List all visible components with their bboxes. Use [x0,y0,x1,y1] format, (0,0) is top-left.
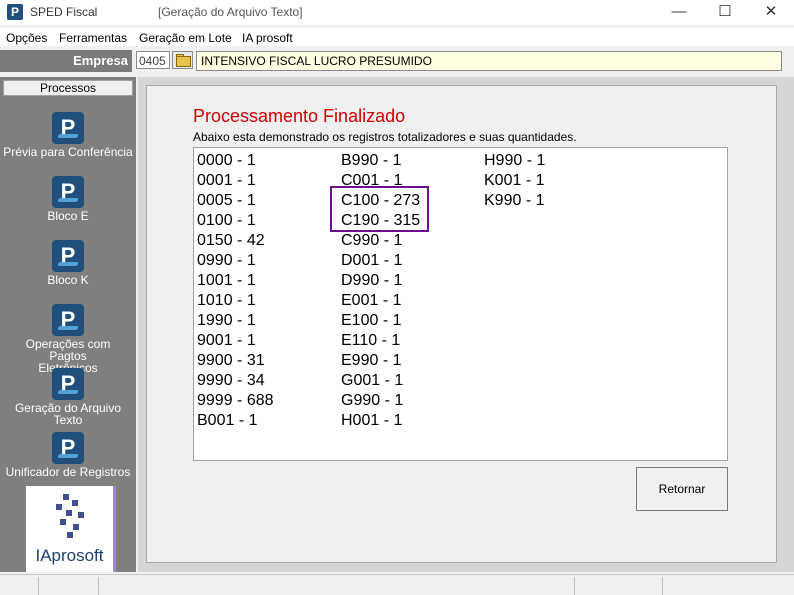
list-item: 0100 - 1 [197,212,256,229]
status-segment [38,577,99,595]
sidebar-item-unificador-registros[interactable]: P Unificador de Registros [0,432,136,478]
list-item: B001 - 1 [197,412,258,429]
close-icon: ✕ [764,3,778,20]
list-item: D001 - 1 [341,252,403,269]
result-panel: Processamento Finalizado Abaixo esta dem… [146,85,777,563]
prosoft-p-icon: P [52,240,84,272]
registros-column-3: H990 - 1 K001 - 1 K990 - 1 [484,151,545,211]
iaprosoft-logo-button[interactable]: IAprosoft [26,486,116,572]
registros-list[interactable]: 0000 - 1 0001 - 1 0005 - 1 0100 - 1 0150… [193,147,728,461]
menu-opcoes[interactable]: Opções [6,31,47,45]
prosoft-p-icon: P [52,304,84,336]
main-area: Processamento Finalizado Abaixo esta dem… [138,77,794,572]
logo-dot [72,500,78,506]
prosoft-p-icon: P [52,176,84,208]
logo-dot [66,510,72,516]
prosoft-p-icon: P [52,432,84,464]
list-item: 0005 - 1 [197,192,256,209]
app-logo-icon: P [7,4,23,20]
maximize-icon: ☐ [718,3,732,20]
folder-open-icon [176,56,191,67]
processing-subtitle: Abaixo esta demonstrado os registros tot… [193,130,577,144]
retornar-button[interactable]: Retornar [636,467,728,511]
maximize-button[interactable]: ☐ [702,0,748,25]
app-title: SPED Fiscal [30,5,98,19]
empresa-bar: Empresa 0405 INTENSIVO FISCAL LUCRO PRES… [0,49,794,73]
sidebar-item-previa-conferencia[interactable]: P Prévia para Conferência [0,112,136,158]
menu-ferramentas[interactable]: Ferramentas [59,31,127,45]
sidebar-item-bloco-k[interactable]: P Bloco K [0,240,136,286]
list-item: G990 - 1 [341,392,404,409]
title-bar: P SPED Fiscal [Geração do Arquivo Texto]… [0,0,794,25]
list-item: 0990 - 1 [197,252,256,269]
processing-title: Processamento Finalizado [193,106,406,126]
prosoft-p-icon: P [52,112,84,144]
prosoft-p-icon: P [52,368,84,400]
empresa-name-field: INTENSIVO FISCAL LUCRO PRESUMIDO [196,51,782,71]
list-item: 1010 - 1 [197,292,256,309]
list-item: C990 - 1 [341,232,403,249]
menu-geracao-em-lote[interactable]: Geração em Lote [139,31,232,45]
sidebar-item-geracao-arquivo-texto[interactable]: P Geração do Arquivo Texto [0,368,136,426]
status-bar [0,574,794,595]
logo-dot [73,524,79,530]
highlight-box [330,186,429,232]
status-segment [574,577,663,595]
list-item: 9999 - 688 [197,392,274,409]
sidebar-item-label: Bloco K [47,273,89,287]
list-item: K990 - 1 [484,192,545,209]
sidebar-item-bloco-e[interactable]: P Bloco E [0,176,136,222]
sidebar-item-label: Prévia para Conferência [3,145,133,159]
sidebar-item-label: Bloco E [47,209,89,223]
list-item: H990 - 1 [484,152,546,169]
empresa-label: Empresa [0,50,132,72]
logo-dot [60,519,66,525]
menu-bar: Opções Ferramentas Geração em Lote IA pr… [0,28,794,46]
list-item: 0150 - 42 [197,232,265,249]
sidebar-item-label: Unificador de Registros [5,465,131,479]
list-item: 0001 - 1 [197,172,256,189]
logo-dot [78,512,84,518]
logo-dot [63,494,69,500]
list-item: D990 - 1 [341,272,403,289]
list-item: E990 - 1 [341,352,402,369]
list-item: 9990 - 34 [197,372,265,389]
list-item: 9001 - 1 [197,332,256,349]
open-empresa-button[interactable] [172,51,193,69]
registros-column-1: 0000 - 1 0001 - 1 0005 - 1 0100 - 1 0150… [197,151,274,431]
list-item: E100 - 1 [341,312,402,329]
sidebar-item-label: Geração do Arquivo Texto [14,401,122,427]
list-item: 9900 - 31 [197,352,265,369]
processos-sidebar: Processos P Prévia para Conferência P Bl… [0,77,136,572]
sidebar-item-pagtos-eletronicos[interactable]: P Operações com Pagtos Eletrônicos [0,304,136,374]
status-segment [662,577,776,595]
logo-dot [67,532,73,538]
iaprosoft-logo-text: IAprosoft [35,546,104,565]
list-item: E110 - 1 [341,332,401,349]
minimize-icon: — [671,3,687,20]
minimize-button[interactable]: — [656,0,702,25]
processos-header: Processos [3,80,133,96]
logo-dot [56,504,62,510]
window-document-title: [Geração do Arquivo Texto] [158,5,303,19]
list-item: 1001 - 1 [197,272,256,289]
list-item: K001 - 1 [484,172,545,189]
list-item: H001 - 1 [341,412,403,429]
list-item: E001 - 1 [341,292,402,309]
list-item: G001 - 1 [341,372,404,389]
status-segment [98,577,575,595]
list-item: B990 - 1 [341,152,402,169]
menu-ia-prosoft[interactable]: IA prosoft [242,31,293,45]
list-item: 1990 - 1 [197,312,256,329]
empresa-code-field[interactable]: 0405 [136,51,170,69]
list-item: 0000 - 1 [197,152,256,169]
close-button[interactable]: ✕ [748,0,794,25]
